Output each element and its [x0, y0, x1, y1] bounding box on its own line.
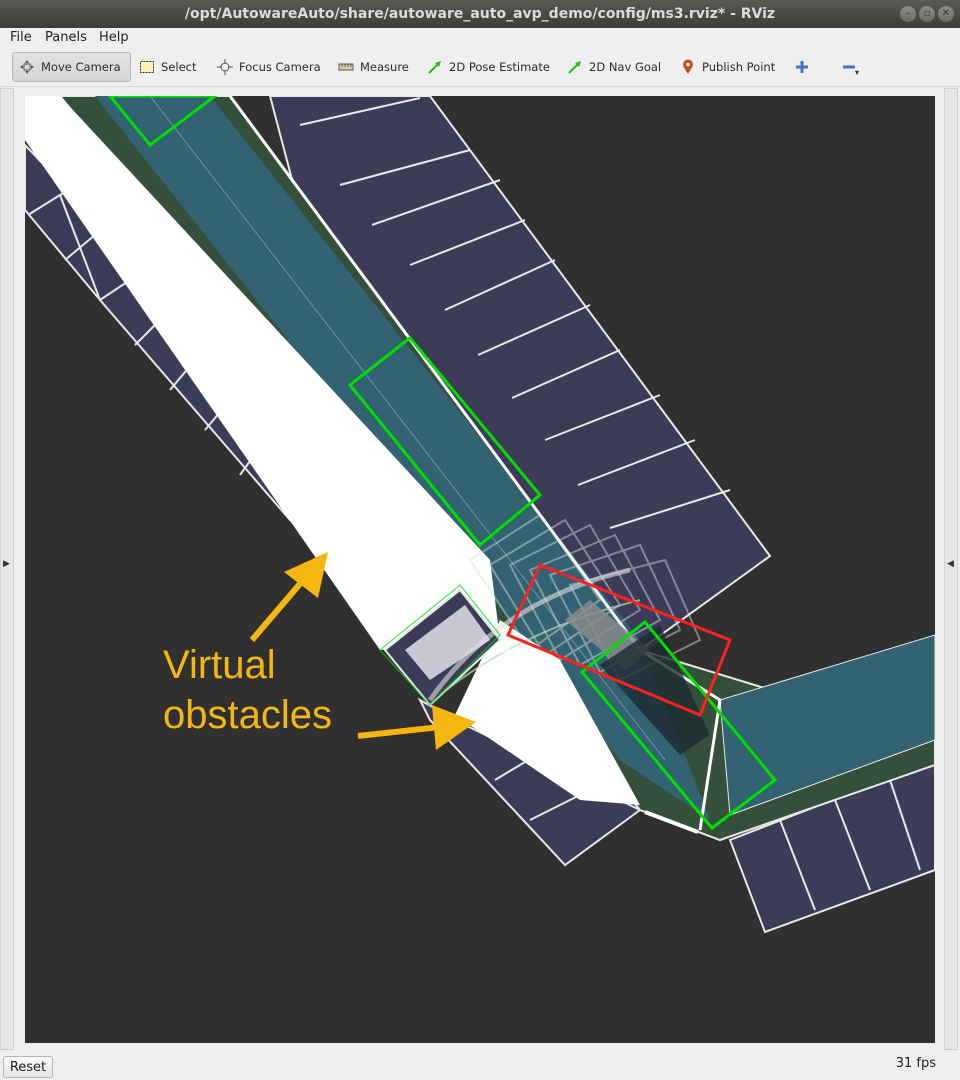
tool-focus-camera[interactable]: Focus Camera [211, 52, 327, 82]
tool-measure[interactable]: Measure [332, 52, 415, 82]
title-bar: /opt/AutowareAuto/share/autoware_auto_av… [0, 0, 960, 28]
tool-bar: Move Camera Select Focus Camera Measure … [0, 48, 960, 87]
annotation-label-obstacles: obstacles [163, 693, 332, 737]
location-pin-icon [683, 59, 693, 74]
plus-icon [796, 61, 808, 73]
pose-estimate-arrow-icon [428, 61, 441, 74]
tool-move-camera[interactable]: Move Camera [12, 52, 131, 82]
menu-file[interactable]: File [10, 30, 32, 45]
tool-label: Publish Point [702, 60, 776, 74]
dropdown-arrow-icon[interactable]: ▾ [855, 68, 859, 77]
tool-label: Focus Camera [239, 60, 321, 74]
tool-label: 2D Nav Goal [589, 60, 662, 74]
add-tool-button[interactable] [788, 52, 816, 82]
measure-icon [338, 63, 354, 71]
reset-button[interactable]: Reset [3, 1056, 53, 1078]
tool-label: 2D Pose Estimate [449, 60, 550, 74]
tool-label: Move Camera [41, 60, 121, 74]
tool-2d-pose-estimate[interactable]: 2D Pose Estimate [421, 52, 556, 82]
scene-canvas [25, 96, 935, 934]
select-icon [140, 61, 154, 73]
menu-help[interactable]: Help [99, 30, 129, 45]
nav-goal-arrow-icon [568, 61, 581, 74]
tool-label: Measure [360, 60, 409, 74]
close-button[interactable]: ✕ [938, 6, 954, 22]
tool-publish-point[interactable]: Publish Point [674, 52, 781, 82]
render-viewport[interactable]: Virtual obstacles [25, 96, 935, 1043]
menu-panels[interactable]: Panels [45, 30, 87, 45]
expand-right-icon: ◀ [947, 559, 954, 569]
status-bar: Reset 31 fps [0, 1050, 960, 1080]
tool-select[interactable]: Select [133, 52, 202, 82]
tool-2d-nav-goal[interactable]: 2D Nav Goal [561, 52, 667, 82]
fps-readout: 31 fps [895, 1056, 936, 1071]
focus-camera-icon [217, 59, 233, 75]
menu-bar: File Panels Help [0, 28, 960, 48]
remove-tool-button[interactable]: ▾ [835, 52, 863, 82]
expand-left-icon: ▶ [3, 559, 10, 569]
tool-label: Select [161, 60, 197, 74]
window-title: /opt/AutowareAuto/share/autoware_auto_av… [184, 6, 776, 22]
annotation-label-virtual: Virtual [163, 643, 276, 687]
minimize-button[interactable]: – [900, 6, 916, 22]
left-panel-handle[interactable]: ▶ [0, 88, 14, 1050]
maximize-button[interactable]: ▫ [919, 6, 935, 22]
right-panel-handle[interactable]: ◀ [944, 88, 958, 1050]
move-camera-icon [20, 60, 34, 74]
